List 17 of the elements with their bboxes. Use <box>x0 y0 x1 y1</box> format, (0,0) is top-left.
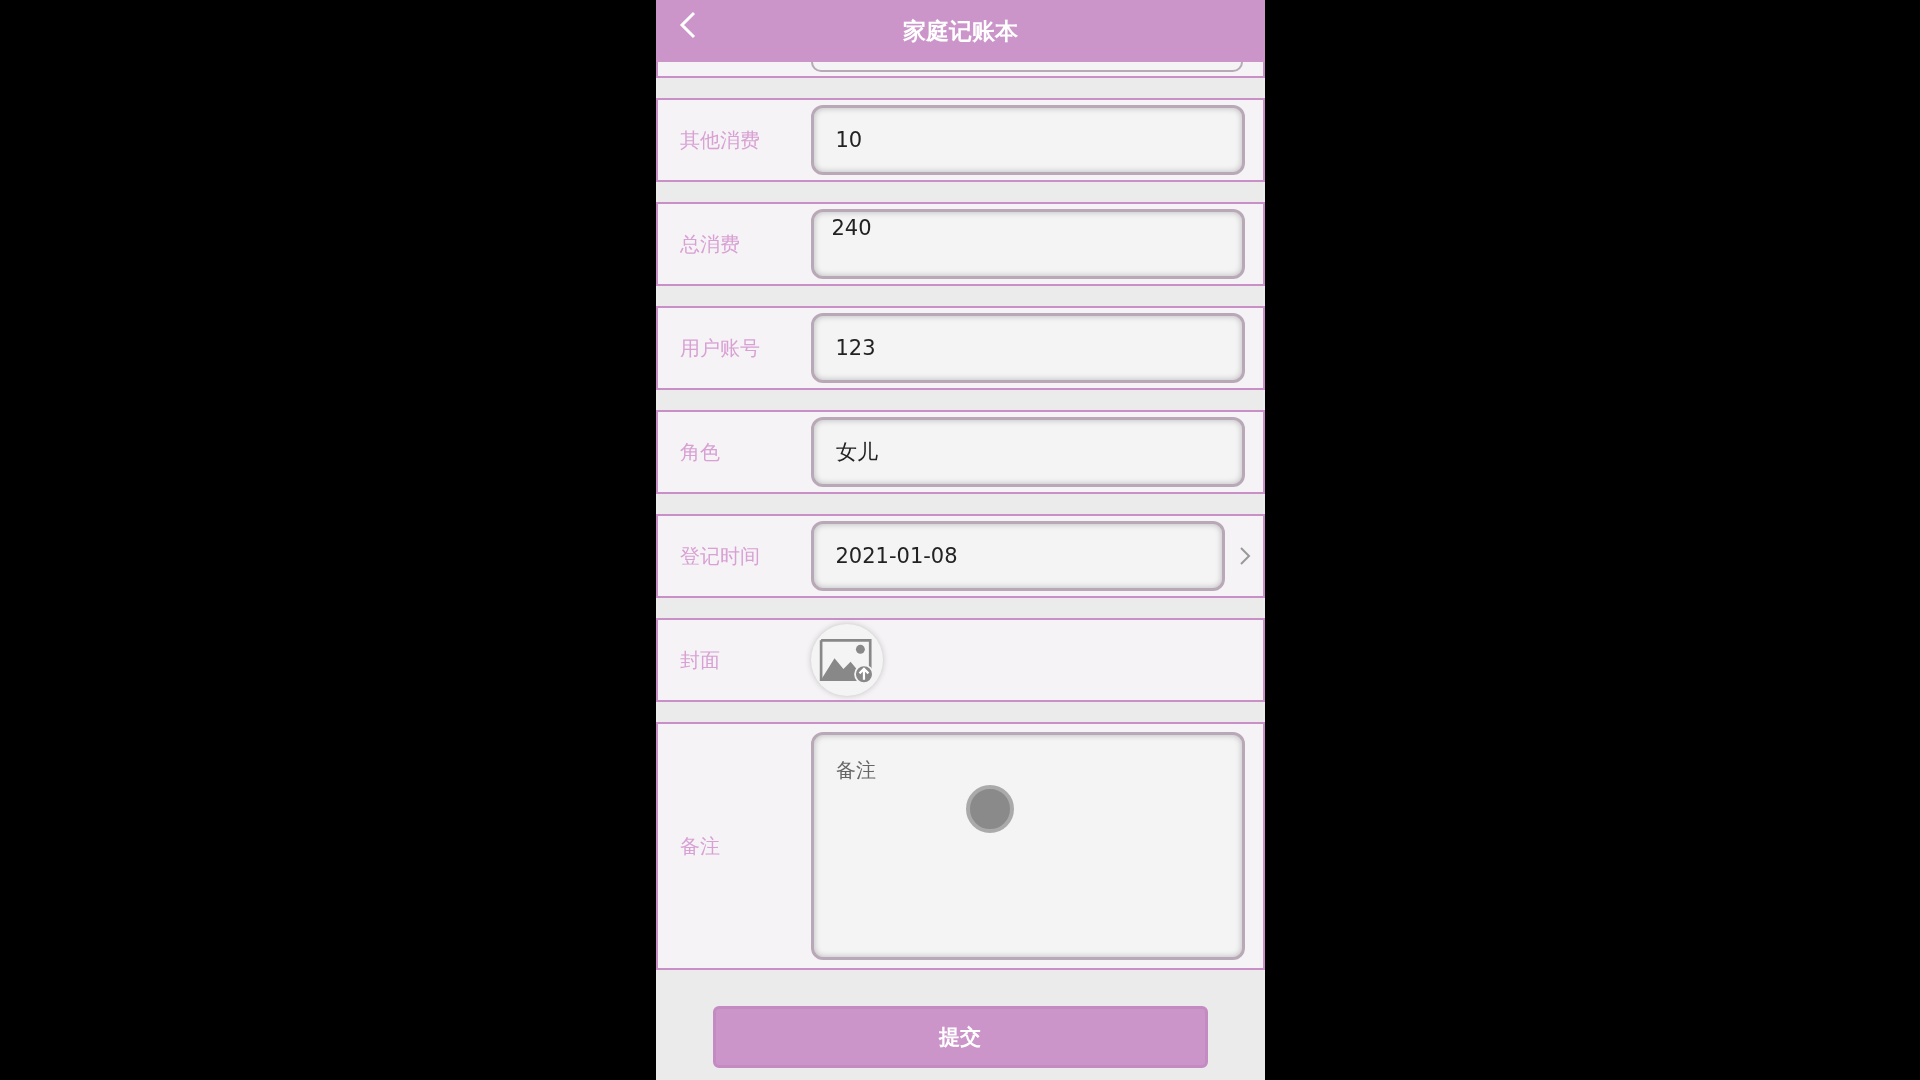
input-field[interactable]: 123 <box>810 313 1245 383</box>
touch-indicator <box>965 785 1014 833</box>
input-field[interactable]: 10 <box>810 105 1245 175</box>
back-icon[interactable] <box>677 10 698 40</box>
image-upload-button[interactable] <box>810 624 883 696</box>
date-field[interactable]: 2021-01-08 <box>810 521 1225 591</box>
field-label: 其他消费 <box>678 126 761 154</box>
field-label: 角色 <box>678 438 721 466</box>
page-title: 家庭记账本 <box>902 16 1018 46</box>
field-label: 用户账号 <box>678 334 761 362</box>
chevron-right-icon[interactable] <box>1238 546 1251 566</box>
field-label: 备注 <box>678 832 721 860</box>
field-label: 封面 <box>678 646 721 674</box>
input-field[interactable]: 240 <box>810 209 1245 279</box>
field-label: 总消费 <box>678 230 741 258</box>
input-field[interactable]: 女儿 <box>810 417 1245 487</box>
field-label: 登记时间 <box>678 542 761 570</box>
